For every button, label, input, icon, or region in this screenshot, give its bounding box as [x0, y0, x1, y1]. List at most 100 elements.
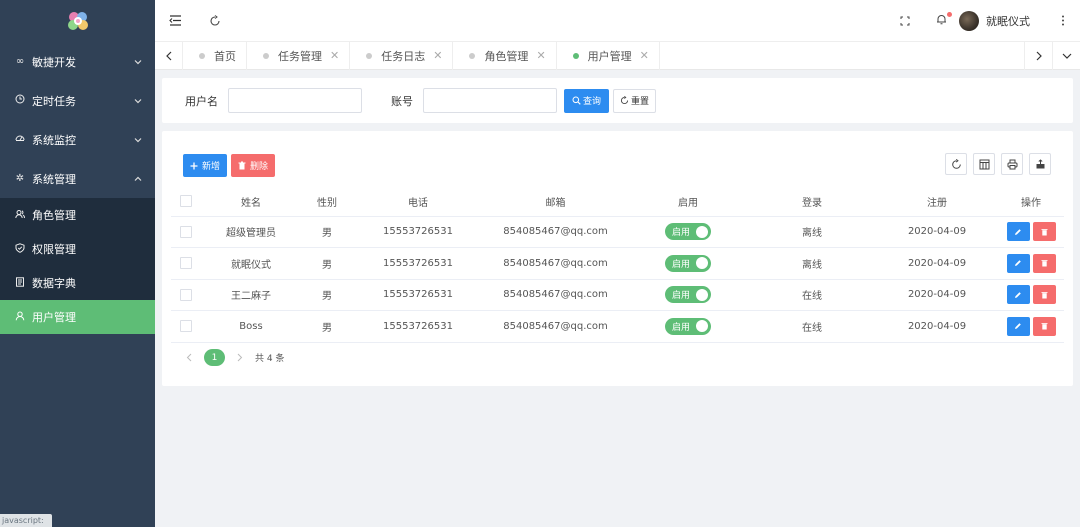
delete-row-button[interactable] [1032, 222, 1056, 242]
enabled-toggle[interactable]: 启用 [665, 286, 711, 304]
query-button[interactable]: 查询 [564, 88, 610, 113]
edit-row-button[interactable] [1006, 222, 1030, 242]
enabled-toggle[interactable]: 启用 [665, 254, 711, 272]
user-icon [14, 311, 26, 324]
cell-phone: 15553726531 [353, 279, 483, 311]
user-name[interactable]: 就眠仪式 [986, 13, 1030, 29]
cell-login-status: 在线 [748, 279, 876, 311]
user-table-panel: 新增 删除 姓名 性别 电话 邮箱 启用 登录 注册 操作 超级管理员 男 15… [162, 131, 1073, 386]
tab-task-management[interactable]: 任务管理 ✕ [247, 41, 351, 70]
trash-icon [1041, 323, 1047, 330]
column-header: 性别 [301, 187, 353, 217]
prev-page-button[interactable] [182, 351, 196, 365]
row-checkbox[interactable] [180, 288, 192, 301]
cell-login-status: 在线 [748, 310, 876, 343]
username-input[interactable] [228, 88, 362, 113]
notifications-button[interactable] [923, 0, 959, 42]
close-icon[interactable]: ✕ [433, 49, 442, 62]
row-checkbox[interactable] [180, 225, 192, 238]
sidebar-item-label: 系统监控 [32, 133, 76, 147]
trash-icon [1041, 228, 1047, 236]
tab-list: 首页 任务管理 ✕ 任务日志 ✕ 角色管理 ✕ 用户管理 ✕ [183, 41, 1024, 70]
add-button-label: 新增 [202, 162, 221, 172]
cell-name: 王二麻子 [201, 279, 301, 311]
status-bar-url: javascript: [0, 514, 52, 527]
collapse-menu-button[interactable] [155, 0, 195, 42]
pencil-icon [1015, 260, 1021, 267]
cell-email: 854085467@qq.com [483, 216, 628, 248]
pagination-total: 共 4 条 [255, 354, 285, 364]
notification-dot [946, 11, 952, 17]
tab-user-management[interactable]: 用户管理 ✕ [557, 41, 660, 70]
tab-status-dot [263, 52, 269, 59]
table-refresh-button[interactable] [945, 153, 967, 175]
delete-users-button[interactable]: 删除 [231, 154, 276, 177]
row-checkbox[interactable] [180, 320, 192, 333]
reset-button-label: 重置 [631, 97, 650, 107]
column-filter-button[interactable] [973, 153, 995, 175]
delete-row-button[interactable] [1032, 316, 1056, 336]
tab-home[interactable]: 首页 [183, 41, 247, 70]
gauge-icon [14, 133, 26, 146]
table-row: Boss 男 15553726531 854085467@qq.com 启用 在… [171, 310, 1064, 343]
sidebar-item-data-dictionary[interactable]: 数据字典 [0, 266, 155, 300]
cell-login-status: 离线 [748, 247, 876, 280]
columns-icon [979, 159, 989, 169]
export-button[interactable] [1029, 153, 1051, 175]
delete-row-button[interactable] [1032, 285, 1056, 305]
tab-status-dot [199, 52, 205, 59]
select-all-checkbox[interactable] [180, 195, 192, 208]
sidebar-item-user-management[interactable]: 用户管理 [0, 300, 155, 334]
avatar[interactable] [959, 10, 979, 31]
cell-gender: 男 [301, 247, 353, 280]
chevron-up-icon [134, 176, 142, 181]
toggle-knob [696, 288, 708, 301]
pencil-icon [1015, 323, 1021, 330]
table-tools [945, 153, 1051, 175]
tab-label: 任务管理 [278, 49, 322, 63]
sidebar-item-system-monitor[interactable]: 系统监控 [0, 120, 155, 159]
users-icon [14, 209, 26, 222]
fullscreen-button[interactable] [887, 0, 923, 42]
enabled-toggle[interactable]: 启用 [665, 223, 711, 241]
sidebar-item-role-management[interactable]: 角色管理 [0, 198, 155, 232]
edit-row-button[interactable] [1006, 285, 1030, 305]
table-toolbar: 新增 删除 [183, 154, 276, 177]
sidebar-item-permission-management[interactable]: 权限管理 [0, 232, 155, 266]
refresh-button[interactable] [195, 0, 235, 42]
clock-icon [14, 94, 26, 107]
toggle-label: 启用 [672, 322, 691, 333]
chevron-left-icon [186, 353, 192, 362]
reset-button[interactable]: 重置 [613, 88, 657, 113]
sidebar-item-scheduled-tasks[interactable]: 定时任务 [0, 81, 155, 120]
print-button[interactable] [1001, 153, 1023, 175]
cell-name: 就眠仪式 [201, 247, 301, 280]
cell-gender: 男 [301, 216, 353, 248]
close-icon[interactable]: ✕ [640, 49, 649, 62]
sidebar-item-label: 角色管理 [32, 209, 76, 222]
page-number-current[interactable]: 1 [204, 349, 225, 366]
enabled-toggle[interactable]: 启用 [665, 317, 711, 335]
sidebar-item-system-management[interactable]: ✲ 系统管理 [0, 159, 155, 198]
close-icon[interactable]: ✕ [536, 49, 545, 62]
tabs-scroll-left-button[interactable] [155, 41, 183, 70]
cell-name: Boss [201, 310, 301, 343]
column-header: 注册 [876, 187, 998, 217]
next-page-button[interactable] [233, 351, 247, 365]
more-options-button[interactable] [1046, 0, 1080, 42]
tab-role-management[interactable]: 角色管理 ✕ [453, 41, 557, 70]
account-input[interactable] [423, 88, 557, 113]
edit-row-button[interactable] [1006, 253, 1030, 273]
row-checkbox[interactable] [180, 257, 192, 270]
delete-row-button[interactable] [1032, 253, 1056, 273]
close-icon[interactable]: ✕ [330, 49, 339, 62]
edit-row-button[interactable] [1006, 316, 1030, 336]
search-icon [572, 96, 581, 105]
tabs-dropdown-button[interactable] [1052, 41, 1080, 70]
sidebar-item-agile-dev[interactable]: ∞ 敏捷开发 [0, 42, 155, 81]
app-logo[interactable] [0, 0, 155, 42]
add-user-button[interactable]: 新增 [183, 154, 228, 177]
tab-task-log[interactable]: 任务日志 ✕ [350, 41, 454, 70]
cell-phone: 15553726531 [353, 247, 483, 280]
tabs-scroll-right-button[interactable] [1024, 41, 1052, 70]
